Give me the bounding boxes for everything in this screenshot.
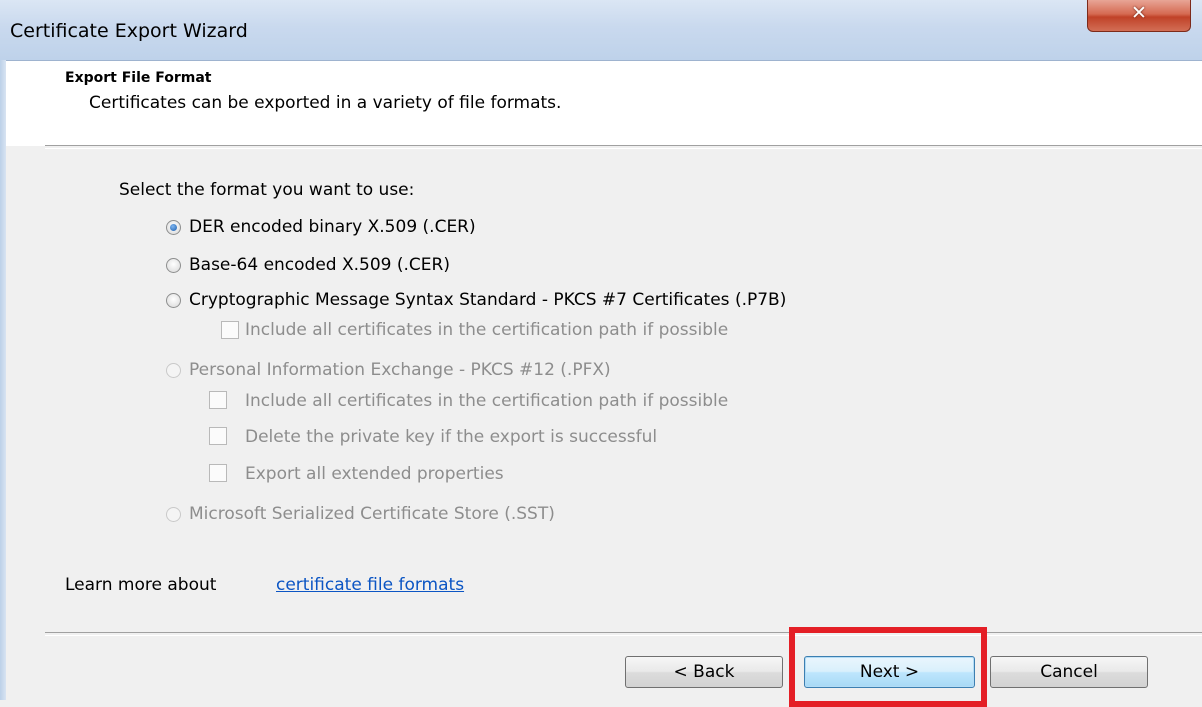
- close-icon: ✕: [1131, 2, 1147, 24]
- radio-button-base64[interactable]: [166, 258, 181, 273]
- certificate-file-formats-link[interactable]: certificate file formats: [276, 575, 464, 595]
- checkbox-pkcs7-include-path: [221, 321, 239, 339]
- radio-button-sst: [166, 507, 181, 522]
- radio-label-pfx: Personal Information Exchange - PKCS #12…: [189, 360, 611, 380]
- radio-label-sst: Microsoft Serialized Certificate Store (…: [189, 504, 555, 524]
- checkbox-pfx-extended-props: [209, 464, 227, 482]
- next-button[interactable]: Next >: [804, 656, 975, 688]
- title-bar: Certificate Export Wizard ✕: [0, 0, 1202, 61]
- radio-label-der[interactable]: DER encoded binary X.509 (.CER): [189, 217, 476, 237]
- checkbox-label-pfx-include-path: Include all certificates in the certific…: [245, 391, 729, 411]
- radio-label-base64[interactable]: Base-64 encoded X.509 (.CER): [189, 255, 450, 275]
- header-divider: [45, 145, 1202, 149]
- close-button[interactable]: ✕: [1087, 0, 1191, 32]
- checkbox-label-pkcs7-include-path: Include all certificates in the certific…: [245, 320, 729, 340]
- back-button[interactable]: < Back: [625, 656, 783, 688]
- format-prompt: Select the format you want to use:: [119, 180, 415, 200]
- window-title: Certificate Export Wizard: [10, 20, 248, 42]
- checkbox-label-pfx-extended-props: Export all extended properties: [245, 464, 504, 484]
- page-description: Certificates can be exported in a variet…: [89, 93, 562, 113]
- checkbox-pfx-delete-key: [209, 427, 227, 445]
- cancel-button[interactable]: Cancel: [990, 656, 1148, 688]
- radio-label-pkcs7[interactable]: Cryptographic Message Syntax Standard - …: [189, 290, 786, 310]
- radio-button-pkcs7[interactable]: [166, 293, 181, 308]
- checkbox-label-pfx-delete-key: Delete the private key if the export is …: [245, 427, 658, 447]
- checkbox-pfx-include-path: [209, 391, 227, 409]
- footer-divider: [45, 632, 1202, 636]
- page-title: Export File Format: [65, 70, 212, 86]
- window-border: [0, 60, 6, 700]
- learn-more-text: Learn more about: [65, 575, 217, 595]
- radio-button-pfx: [166, 363, 181, 378]
- radio-button-der[interactable]: [166, 220, 181, 235]
